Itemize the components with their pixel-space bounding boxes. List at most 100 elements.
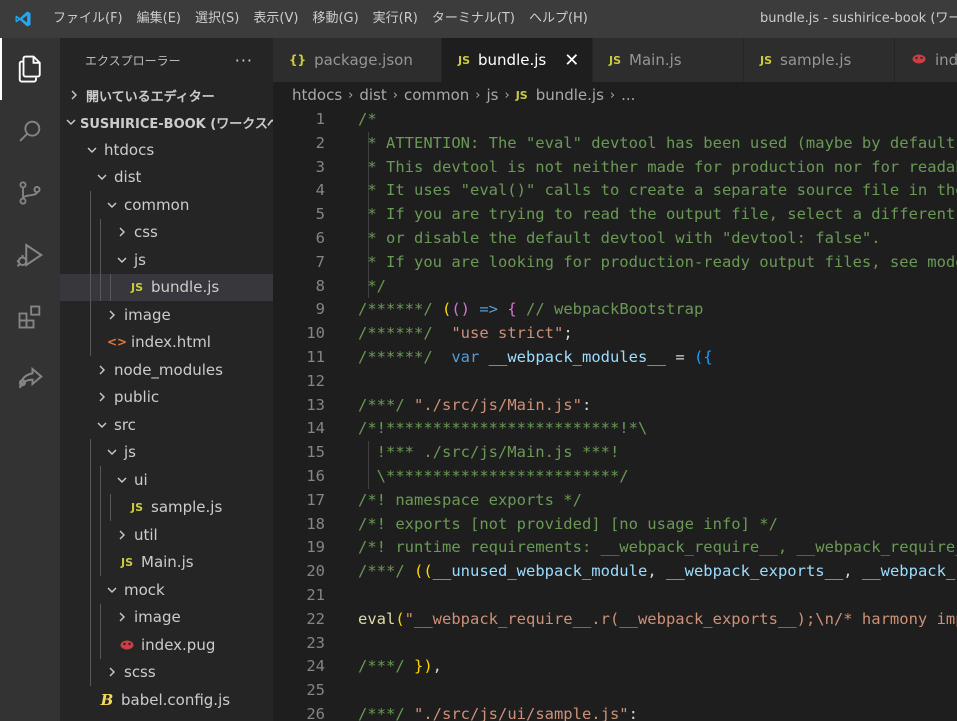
tree-file[interactable]: index.pug <box>60 631 273 659</box>
code-text: * It uses "eval()" calls to create a sep… <box>358 179 957 203</box>
code-text: /******/ "use strict"; <box>358 322 573 346</box>
menu-item-6[interactable]: ターミナル(T) <box>425 0 522 38</box>
menu-item-5[interactable]: 実行(R) <box>366 0 425 38</box>
tree-folder[interactable]: public <box>60 384 273 412</box>
tree-item-label: scss <box>124 663 156 682</box>
tree-folder[interactable]: common <box>60 191 273 219</box>
chevron-down-icon <box>94 420 110 430</box>
code-token: /*! namespace exports */ <box>358 490 582 509</box>
menu-item-7[interactable]: ヘルプ(H) <box>522 0 595 38</box>
tree-item-label: index.pug <box>141 635 216 654</box>
code-token: ({ <box>693 347 713 366</box>
tree-folder[interactable]: image <box>60 301 273 329</box>
indent-guide <box>90 218 91 246</box>
code-text: /***/ "./src/js/ui/sample.js": <box>358 703 638 721</box>
breadcrumb-item[interactable]: common <box>404 86 469 104</box>
indent-guide <box>100 466 101 494</box>
tree-folder[interactable]: js <box>60 438 273 466</box>
breadcrumb-item[interactable]: dist <box>359 86 386 104</box>
code-text: * This devtool is not neither made for p… <box>358 156 957 180</box>
tree-folder[interactable]: util <box>60 521 273 549</box>
workspace-section[interactable]: SUSHIRICE-BOOK (ワークスペース) <box>60 108 273 136</box>
open-editors-section[interactable]: 開いているエディター <box>60 82 273 108</box>
code-token: // webpackBootstrap <box>516 300 704 319</box>
indent-guide <box>110 273 111 301</box>
code-token: \*************************/ <box>358 466 629 485</box>
menu-item-3[interactable]: 表示(V) <box>246 0 305 38</box>
tree-folder[interactable]: image <box>60 603 273 631</box>
line-number: 2 <box>315 133 325 152</box>
tree-file[interactable]: JS bundle.js <box>60 273 273 301</box>
code-token: }) <box>414 657 433 676</box>
code-text: /******/ var __webpack_modules__ = ({ <box>358 346 713 370</box>
tab-package-json[interactable]: {} package.json <box>273 38 442 82</box>
source-control-icon[interactable] <box>0 162 60 224</box>
breadcrumb-separator-icon: › <box>475 87 481 103</box>
tree-folder[interactable]: css <box>60 218 273 246</box>
tree-folder[interactable]: dist <box>60 164 273 192</box>
breadcrumb-separator-icon: › <box>504 87 510 103</box>
code-text: * If you are looking for production-read… <box>358 251 957 275</box>
pug-file-icon <box>911 51 927 69</box>
tree-folder[interactable]: ui <box>60 466 273 494</box>
tree-folder[interactable]: htdocs <box>60 136 273 164</box>
menu-item-1[interactable]: 編集(E) <box>130 0 188 38</box>
chevron-right-icon <box>114 612 130 622</box>
tree-file[interactable]: <> index.html <box>60 328 273 356</box>
indent-guide <box>90 301 91 329</box>
tab-sample-js[interactable]: JS sample.js <box>744 38 895 82</box>
title-bar: ファイル(F) 編集(E) 選択(S) 表示(V) 移動(G) 実行(R) ターミナル(T)… <box>0 0 957 38</box>
breadcrumb-item[interactable]: htdocs <box>292 86 342 104</box>
run-debug-icon[interactable] <box>0 224 60 286</box>
line-number: 16 <box>306 466 325 485</box>
more-actions-icon[interactable]: ··· <box>235 51 253 70</box>
menu-item-4[interactable]: 移動(G) <box>305 0 365 38</box>
explorer-sidebar: エクスプローラー ··· 開いているエディター SUSHIRICE-BOOK (… <box>60 38 273 721</box>
menu-item-2[interactable]: 選択(S) <box>188 0 246 38</box>
chevron-down-icon <box>84 145 100 155</box>
live-share-icon[interactable] <box>0 348 60 410</box>
code-token: * or disable the default devtool with "d… <box>358 228 881 247</box>
indent-guide <box>90 273 91 301</box>
tree-item-label: image <box>134 608 181 627</box>
line-number: 19 <box>306 538 325 557</box>
code-text: /*! exports [not provided] [no usage inf… <box>358 513 778 537</box>
breadcrumb-item[interactable]: bundle.js <box>536 86 604 104</box>
tree-folder[interactable]: js <box>60 246 273 274</box>
indent-guide <box>90 191 91 219</box>
breadcrumb-item[interactable]: js <box>487 86 499 104</box>
line-number: 20 <box>306 562 325 581</box>
code-editor[interactable]: 1 /* 2 * ATTENTION: The "eval" devtool has… <box>273 108 957 721</box>
indent-guide <box>90 466 91 494</box>
explorer-icon[interactable] <box>0 38 60 100</box>
tree-folder[interactable]: src <box>60 411 273 439</box>
code-line: 8 */ <box>273 274 957 299</box>
breadcrumb-item[interactable]: ... <box>621 86 635 104</box>
close-icon[interactable]: ✕ <box>564 50 579 71</box>
code-line: 16 \*************************/ <box>273 464 957 489</box>
code-line: 21 <box>273 584 957 608</box>
tree-file[interactable]: JS Main.js <box>60 548 273 576</box>
tree-file[interactable]: JS sample.js <box>60 493 273 521</box>
menu-item-0[interactable]: ファイル(F) <box>46 0 130 38</box>
js-file-icon: JS <box>120 555 133 569</box>
code-line: 12 <box>273 370 957 394</box>
chevron-down-icon <box>114 475 130 485</box>
code-token: * ATTENTION: The "eval" devtool has been… <box>367 133 956 152</box>
window-title: bundle.js - sushirice-book (ワークスペース) <box>760 11 957 26</box>
line-number: 10 <box>306 324 325 343</box>
js-file-icon: JS <box>458 53 471 67</box>
indent-guide <box>100 521 101 549</box>
indent-guide <box>100 218 101 246</box>
tree-file[interactable]: Bbabel.config.js <box>60 686 273 714</box>
tab-index-pug[interactable]: index.pug <box>895 38 957 82</box>
tab-bundle-js[interactable]: JS bundle.js ✕ <box>442 38 593 82</box>
tree-folder[interactable]: scss <box>60 658 273 686</box>
search-icon[interactable] <box>0 100 60 162</box>
tab-Main-js[interactable]: JS Main.js <box>593 38 744 82</box>
extensions-icon[interactable] <box>0 286 60 348</box>
code-text: * or disable the default devtool with "d… <box>358 227 881 251</box>
tree-folder[interactable]: mock <box>60 576 273 604</box>
code-token: () <box>451 300 471 319</box>
tree-folder[interactable]: node_modules <box>60 356 273 384</box>
